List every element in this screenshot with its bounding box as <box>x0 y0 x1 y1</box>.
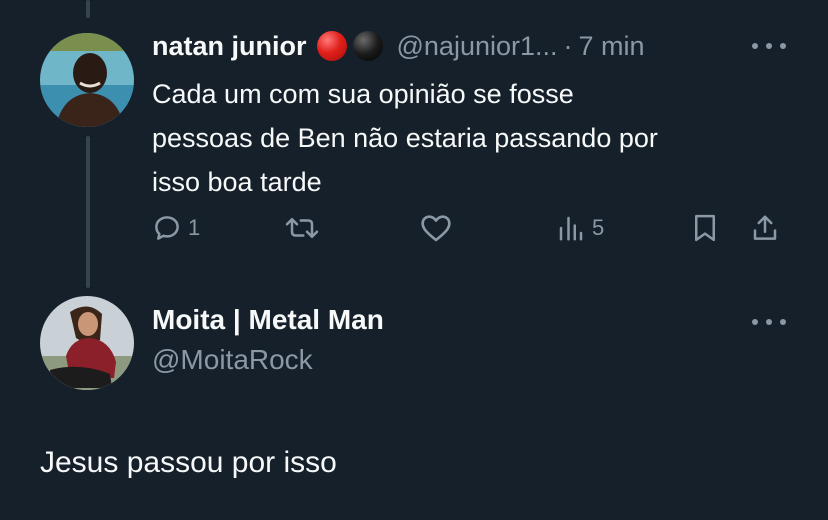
composer-display-name[interactable]: Moita | Metal Man <box>152 304 384 336</box>
red-circle-emoji-icon <box>316 31 347 61</box>
display-name[interactable]: natan junior <box>152 31 307 62</box>
tweet-actions: 1 5 <box>0 208 828 248</box>
more-options-icon[interactable] <box>752 36 786 56</box>
like-button[interactable] <box>420 208 452 248</box>
share-icon <box>753 215 777 240</box>
bookmark-icon <box>695 214 715 242</box>
thread-line-top <box>86 0 90 18</box>
composer-handle[interactable]: @MoitaRock <box>152 344 313 376</box>
reply-count: 1 <box>188 215 201 240</box>
composer-more-options-icon[interactable] <box>752 312 786 332</box>
dot-separator: · <box>563 30 573 61</box>
avatar-photo <box>40 33 134 127</box>
reply-text-input[interactable]: Jesus passou por isso <box>40 446 337 480</box>
retweet-button[interactable] <box>284 208 320 248</box>
black-circle-emoji-icon <box>352 31 383 61</box>
tweet-text-line: isso boa tarde <box>152 167 322 197</box>
user-handle[interactable]: @najunior1... <box>397 31 558 62</box>
views-button[interactable]: 5 <box>556 208 604 248</box>
share-button[interactable] <box>750 208 780 248</box>
bookmark-button[interactable] <box>690 208 720 248</box>
heart-icon <box>421 215 451 242</box>
views-chart-icon <box>559 216 583 241</box>
reply-button[interactable]: 1 <box>152 208 200 248</box>
tweet-text-line: Cada um com sua opinião se fosse <box>152 79 574 109</box>
timestamp[interactable]: 7 min <box>579 31 645 62</box>
tweet-text: Cada um com sua opinião se fosse pessoas… <box>152 72 792 204</box>
views-count: 5 <box>592 215 605 240</box>
tweet-header: natan junior @najunior1... · 7 min <box>152 28 645 64</box>
composer-avatar-photo <box>40 296 134 390</box>
reply-icon <box>155 216 179 240</box>
tweet-text-line: pessoas de Ben não estaria passando por <box>152 123 658 153</box>
retweet-icon <box>285 218 319 238</box>
avatar[interactable] <box>40 33 134 127</box>
composer-avatar[interactable] <box>40 296 134 390</box>
